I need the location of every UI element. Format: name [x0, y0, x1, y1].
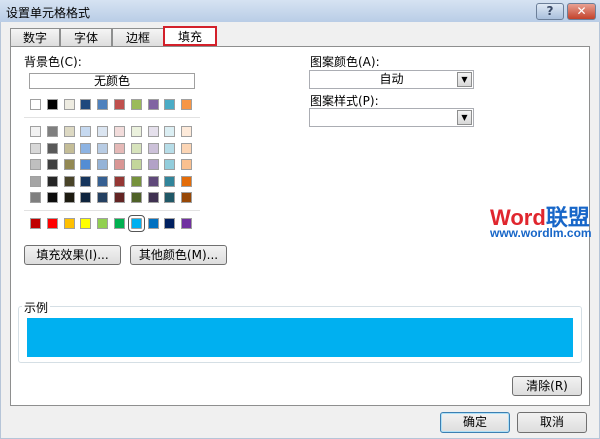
- color-swatch[interactable]: [164, 192, 176, 204]
- color-swatch[interactable]: [181, 175, 193, 187]
- color-swatch[interactable]: [114, 192, 125, 204]
- ok-button[interactable]: 确定: [440, 412, 510, 433]
- color-swatch[interactable]: [114, 175, 125, 187]
- color-swatch[interactable]: [63, 218, 75, 229]
- color-swatch[interactable]: [181, 192, 193, 204]
- color-swatch[interactable]: [130, 159, 142, 171]
- color-swatch[interactable]: [46, 192, 58, 204]
- color-swatch[interactable]: [130, 175, 142, 187]
- help-button[interactable]: ?: [536, 3, 564, 20]
- fill-effects-button[interactable]: 填充效果(I)...: [24, 245, 121, 265]
- color-swatch[interactable]: [147, 159, 159, 171]
- color-swatch[interactable]: [114, 218, 125, 229]
- color-swatch[interactable]: [97, 159, 109, 171]
- watermark-url: www.wordlm.com: [490, 226, 592, 240]
- color-swatch[interactable]: [30, 159, 41, 171]
- color-swatch[interactable]: [114, 159, 125, 171]
- tab-fill[interactable]: 填充: [163, 26, 217, 46]
- color-swatch[interactable]: [97, 126, 109, 137]
- color-swatch[interactable]: [130, 192, 142, 204]
- color-swatch[interactable]: [164, 126, 176, 137]
- color-swatch[interactable]: [30, 126, 41, 137]
- palette-divider: [24, 210, 200, 211]
- color-swatch[interactable]: [147, 126, 159, 137]
- no-color-button[interactable]: 无颜色: [29, 73, 195, 89]
- pattern-color-select[interactable]: 自动 ▼: [309, 70, 474, 89]
- tab-number[interactable]: 数字: [10, 28, 60, 47]
- pattern-color-label: 图案颜色(A):: [310, 55, 380, 69]
- dialog-title: 设置单元格格式: [6, 6, 91, 20]
- color-swatch[interactable]: [97, 175, 109, 187]
- color-swatch[interactable]: [63, 142, 75, 154]
- chevron-down-icon[interactable]: ▼: [457, 72, 472, 87]
- color-swatch[interactable]: [80, 99, 92, 110]
- color-swatch[interactable]: [147, 218, 159, 229]
- color-swatch[interactable]: [97, 218, 109, 229]
- cancel-button[interactable]: 取消: [517, 412, 587, 433]
- color-swatch[interactable]: [147, 142, 159, 154]
- color-swatch[interactable]: [181, 142, 193, 154]
- color-swatch[interactable]: [147, 175, 159, 187]
- color-swatch[interactable]: [46, 142, 58, 154]
- color-swatch[interactable]: [46, 159, 58, 171]
- color-swatch[interactable]: [80, 142, 92, 154]
- palette-divider: [24, 117, 200, 118]
- color-swatch[interactable]: [30, 218, 41, 229]
- color-swatch[interactable]: [97, 192, 109, 204]
- pattern-color-value: 自动: [379, 72, 404, 86]
- color-swatch[interactable]: [114, 99, 125, 110]
- sample-label: 示例: [22, 299, 51, 316]
- color-swatch[interactable]: [80, 159, 92, 171]
- title-bar: 设置单元格格式 ? ✕: [0, 0, 600, 22]
- color-swatch[interactable]: [63, 175, 75, 187]
- color-swatch[interactable]: [97, 99, 109, 110]
- color-swatch[interactable]: [97, 142, 109, 154]
- clear-button[interactable]: 清除(R): [512, 376, 582, 396]
- color-swatch[interactable]: [181, 99, 193, 110]
- tab-border[interactable]: 边框: [112, 28, 164, 47]
- color-swatch[interactable]: [164, 218, 176, 229]
- color-swatch[interactable]: [63, 159, 75, 171]
- background-color-label: 背景色(C):: [24, 55, 82, 69]
- color-swatch[interactable]: [181, 159, 193, 171]
- color-swatch[interactable]: [147, 99, 159, 110]
- tab-font[interactable]: 字体: [60, 28, 112, 47]
- color-swatch[interactable]: [164, 159, 176, 171]
- color-swatch[interactable]: [181, 218, 193, 229]
- close-button[interactable]: ✕: [567, 3, 596, 20]
- color-swatch[interactable]: [164, 175, 176, 187]
- color-swatch[interactable]: [181, 126, 193, 137]
- color-swatch[interactable]: [130, 142, 142, 154]
- pattern-style-select[interactable]: ▼: [309, 108, 474, 127]
- color-swatch[interactable]: [30, 192, 41, 204]
- pattern-style-label: 图案样式(P):: [310, 94, 379, 108]
- color-swatch[interactable]: [164, 99, 176, 110]
- color-swatch[interactable]: [127, 215, 145, 232]
- chevron-down-icon[interactable]: ▼: [457, 110, 472, 125]
- color-swatch[interactable]: [30, 99, 41, 110]
- color-swatch[interactable]: [80, 126, 92, 137]
- color-swatch[interactable]: [147, 192, 159, 204]
- color-swatch[interactable]: [63, 126, 75, 137]
- color-swatch[interactable]: [80, 192, 92, 204]
- more-colors-button[interactable]: 其他颜色(M)...: [130, 245, 227, 265]
- color-swatch[interactable]: [46, 126, 58, 137]
- color-swatch[interactable]: [30, 175, 41, 187]
- color-swatch[interactable]: [80, 175, 92, 187]
- color-swatch[interactable]: [46, 218, 58, 229]
- color-swatch[interactable]: [30, 142, 41, 154]
- color-swatch[interactable]: [130, 99, 142, 110]
- color-swatch[interactable]: [80, 218, 92, 229]
- color-swatch[interactable]: [164, 142, 176, 154]
- color-swatch[interactable]: [130, 126, 142, 137]
- color-swatch[interactable]: [114, 142, 125, 154]
- color-swatch[interactable]: [63, 192, 75, 204]
- sample-preview: [27, 318, 573, 357]
- color-swatch[interactable]: [114, 126, 125, 137]
- color-swatch[interactable]: [46, 99, 58, 110]
- color-swatch[interactable]: [46, 175, 58, 187]
- color-swatch[interactable]: [63, 99, 75, 110]
